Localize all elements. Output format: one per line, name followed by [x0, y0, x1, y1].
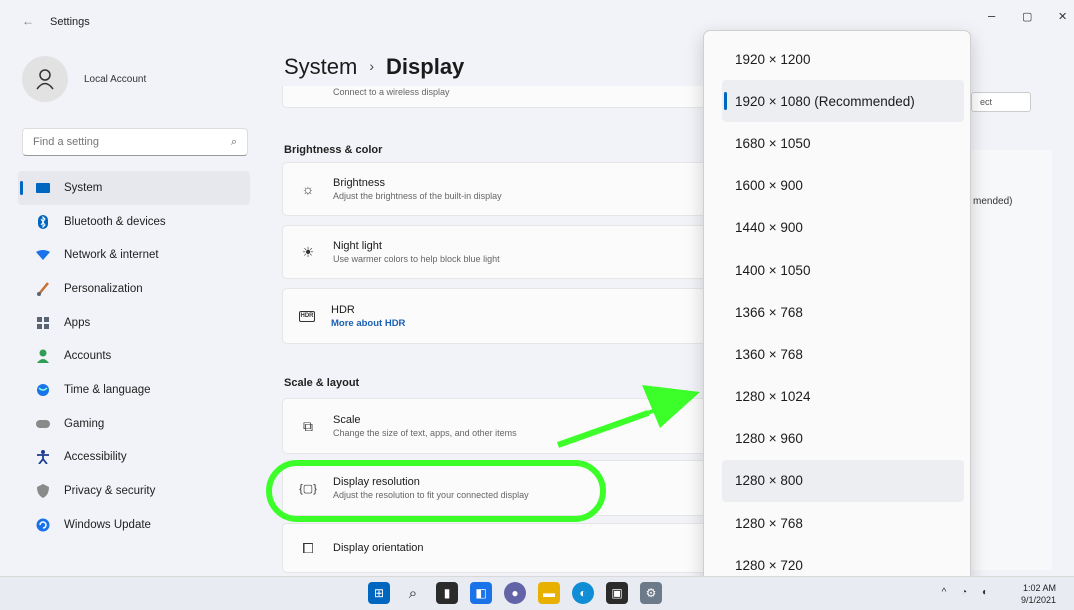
- resolution-option[interactable]: 1280 × 1024: [722, 376, 964, 418]
- chat-icon[interactable]: ●: [504, 582, 526, 604]
- file-explorer-icon[interactable]: ▬: [538, 582, 560, 604]
- resolution-option[interactable]: 1920 × 1200: [722, 38, 964, 80]
- task-view-icon[interactable]: ▮: [436, 582, 458, 604]
- resolution-option[interactable]: 1680 × 1050: [722, 122, 964, 164]
- system-tray[interactable]: ^ ◔ ◐: [942, 587, 994, 598]
- clock-date: 9/1/2021: [1020, 595, 1056, 605]
- resolution-option[interactable]: 1360 × 768: [722, 333, 964, 375]
- search-icon[interactable]: ⌕: [402, 582, 424, 604]
- clock-time: 1:02 AM: [1022, 583, 1056, 593]
- resolution-option[interactable]: 1280 × 960: [722, 418, 964, 460]
- clock[interactable]: 1:02 AM 9/1/2021: [1021, 582, 1056, 606]
- edge-icon[interactable]: ◐: [572, 582, 594, 604]
- taskbar: ⊞ ⌕ ▮ ◧ ● ▬ ◐ ▣ ⚙ ^ ◔ ◐ 1:02 AM 9/1/2021: [0, 576, 1074, 610]
- start-icon[interactable]: ⊞: [368, 582, 390, 604]
- resolution-option[interactable]: 1400 × 1050: [722, 249, 964, 291]
- resolution-dropdown-menu: 1920 × 1200 1920 × 1080 (Recommended) 16…: [703, 30, 971, 590]
- resolution-option-selected[interactable]: 1920 × 1080 (Recommended): [722, 80, 964, 123]
- resolution-option[interactable]: 1440 × 900: [722, 207, 964, 249]
- store-icon[interactable]: ▣: [606, 582, 628, 604]
- resolution-option[interactable]: 1366 × 768: [722, 291, 964, 333]
- widgets-icon[interactable]: ◧: [470, 582, 492, 604]
- taskbar-icons: ⊞ ⌕ ▮ ◧ ● ▬ ◐ ▣ ⚙: [368, 582, 662, 604]
- resolution-option[interactable]: 1600 × 900: [722, 165, 964, 207]
- settings-taskbar-icon[interactable]: ⚙: [640, 582, 662, 604]
- resolution-option[interactable]: 1280 × 768: [722, 502, 964, 544]
- resolution-option-hovered[interactable]: 1280 × 800: [722, 459, 964, 503]
